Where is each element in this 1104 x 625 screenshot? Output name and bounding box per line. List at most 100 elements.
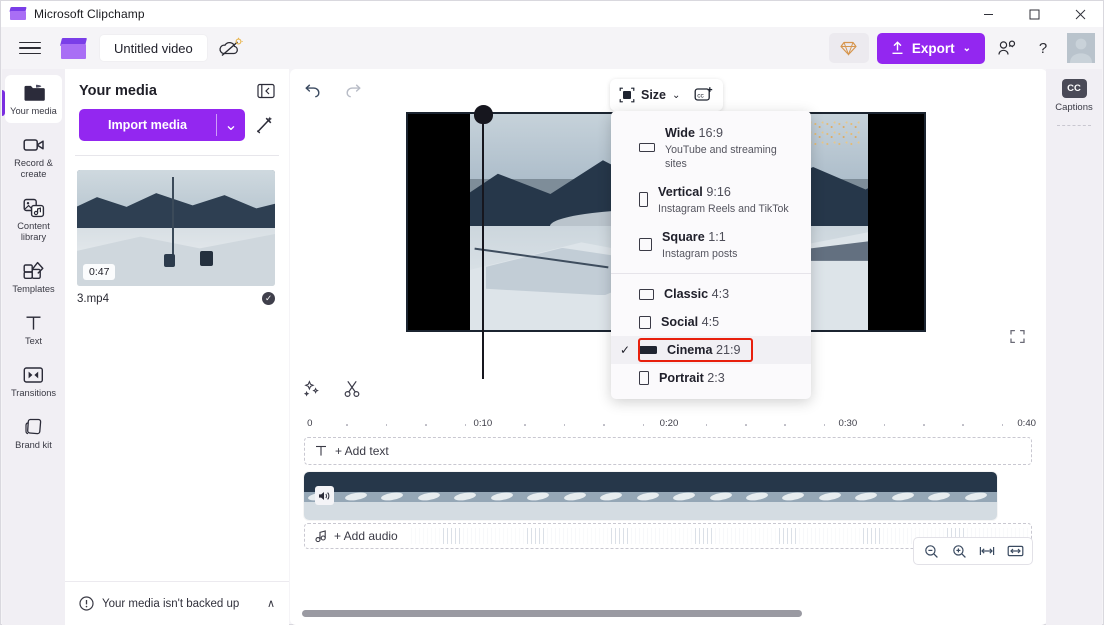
- checkmark-circle-icon: ✓: [262, 292, 275, 305]
- media-list: 0:47 3.mp4 ✓: [65, 156, 289, 319]
- sidebar-item-brand-kit[interactable]: Brand kit: [5, 409, 62, 457]
- timeline-ruler[interactable]: 0 0:10 0:20 0:30 0:40: [304, 411, 1036, 433]
- export-button-label: Export: [911, 40, 955, 56]
- video-clip[interactable]: [304, 472, 997, 520]
- media-backup-status[interactable]: Your media isn't backed up ∧: [65, 581, 289, 625]
- import-media-label: Import media: [107, 118, 188, 132]
- help-icon[interactable]: ?: [1029, 34, 1057, 62]
- size-dropdown-menu: Wide 16:9 YouTube and streaming sites Ve…: [611, 111, 811, 399]
- window-controls: [965, 1, 1103, 27]
- size-button[interactable]: Size ⌄: [619, 87, 680, 103]
- divider: [1057, 125, 1091, 126]
- people-share-icon[interactable]: [993, 34, 1021, 62]
- brand-kit-icon: [23, 416, 45, 437]
- speaker-icon[interactable]: [315, 486, 334, 505]
- right-rail: CC Captions: [1046, 69, 1102, 625]
- warning-circle-icon: [79, 596, 94, 611]
- media-item[interactable]: 0:47 3.mp4 ✓: [77, 170, 275, 305]
- timeline: 0 0:10 0:20 0:30 0:40 + Add text + Add a…: [290, 371, 1047, 625]
- text-t-icon: [314, 444, 328, 458]
- help-label: ?: [1038, 39, 1048, 57]
- magic-wand-icon[interactable]: [253, 114, 275, 136]
- size-option-wide[interactable]: Wide 16:9 YouTube and streaming sites: [611, 118, 811, 177]
- svg-text:cc: cc: [698, 92, 705, 99]
- sidebar-item-label: Brand kit: [15, 440, 52, 450]
- content-library-icon: [23, 197, 45, 218]
- size-option-social[interactable]: Social 4:5: [611, 308, 811, 336]
- maximize-button[interactable]: [1011, 1, 1057, 27]
- sidebar-item-label: Record & create: [14, 158, 53, 179]
- hamburger-menu-icon[interactable]: [19, 37, 41, 59]
- backup-status-text: Your media isn't backed up: [102, 597, 240, 610]
- captions-button[interactable]: CC Captions: [1046, 79, 1102, 113]
- rect-1-1-icon: [639, 238, 652, 251]
- timeline-horizontal-scrollbar[interactable]: [302, 610, 1035, 618]
- ruler-label: 0:10: [473, 418, 493, 429]
- scissors-icon[interactable]: [342, 379, 362, 399]
- checkmark-icon: ✓: [620, 343, 631, 357]
- size-option-sub: YouTube and streaming sites: [665, 144, 777, 170]
- size-option-sub: Instagram posts: [662, 248, 738, 260]
- sidebar-item-transitions[interactable]: Transitions: [5, 357, 62, 405]
- export-button[interactable]: Export ⌄: [876, 32, 985, 64]
- fullscreen-icon[interactable]: [1010, 329, 1025, 344]
- window-titlebar: Microsoft Clipchamp: [1, 1, 1103, 27]
- size-option-cinema[interactable]: ✓ Cinema 21:9: [611, 336, 811, 364]
- size-option-title: Vertical 9:16: [658, 185, 731, 199]
- video-camera-icon: [22, 134, 45, 155]
- fit-width-icon[interactable]: [975, 540, 999, 562]
- scrollbar-thumb[interactable]: [302, 610, 802, 617]
- rect-9-16-icon: [639, 192, 648, 207]
- transitions-icon: [23, 364, 45, 385]
- size-option-title: Social 4:5: [661, 315, 720, 329]
- rect-2-3-icon: [639, 371, 649, 385]
- chevron-up-icon[interactable]: ∧: [267, 597, 275, 610]
- magic-sparkle-icon[interactable]: [302, 379, 322, 399]
- clipchamp-logo-icon: [60, 37, 87, 59]
- left-nav-rail: Your media Record & create Content libra…: [2, 69, 65, 625]
- sidebar-item-label: Content library: [17, 221, 50, 242]
- size-option-title: Portrait 2:3: [659, 371, 725, 385]
- close-button[interactable]: [1057, 1, 1103, 27]
- size-option-square[interactable]: Square 1:1 Instagram posts: [611, 222, 811, 267]
- text-t-icon: [23, 312, 45, 333]
- zoom-in-icon[interactable]: [947, 540, 971, 562]
- sidebar-item-templates[interactable]: Templates: [5, 253, 62, 301]
- size-option-sub: Instagram Reels and TikTok: [658, 203, 789, 215]
- chevron-down-icon: ⌄: [672, 89, 681, 101]
- undo-arrow-icon[interactable]: [304, 81, 322, 99]
- minimize-button[interactable]: [965, 1, 1011, 27]
- sidebar-item-record-create[interactable]: Record & create: [5, 127, 62, 186]
- project-title-text: Untitled video: [114, 40, 193, 56]
- clipchamp-window: Microsoft Clipchamp Untitled video Expor…: [0, 0, 1104, 625]
- sidebar-item-label: Text: [24, 336, 43, 346]
- size-option-vertical[interactable]: Vertical 9:16 Instagram Reels and TikTok: [611, 177, 811, 222]
- media-meta: 3.mp4 ✓: [77, 292, 275, 305]
- media-thumbnail: 0:47: [77, 170, 275, 286]
- toolbar-right-group: Export ⌄ ?: [828, 32, 1103, 64]
- size-option-classic[interactable]: Classic 4:3: [611, 280, 811, 308]
- crop-size-icon: [619, 87, 635, 103]
- import-media-button[interactable]: Import media ⌄: [79, 109, 245, 141]
- chevron-down-icon: ⌄: [962, 42, 971, 54]
- cloud-off-icon[interactable]: [219, 37, 243, 59]
- preview-stage: Size ⌄ cc Wide 16:9 YouTube and streamin…: [290, 69, 1047, 399]
- fit-screen-icon[interactable]: [1003, 540, 1027, 562]
- sidebar-item-your-media[interactable]: Your media: [5, 75, 62, 123]
- sidebar-item-content-library[interactable]: Content library: [5, 190, 62, 249]
- sidebar-item-text[interactable]: Text: [5, 305, 62, 353]
- zoom-out-icon[interactable]: [919, 540, 943, 562]
- redo-arrow-icon[interactable]: [344, 81, 362, 99]
- folder-icon: [23, 82, 45, 103]
- sidebar-item-label: Templates: [12, 284, 55, 294]
- add-text-track[interactable]: + Add text: [304, 437, 1032, 465]
- chevron-down-icon[interactable]: ⌄: [217, 109, 245, 141]
- size-option-portrait[interactable]: Portrait 2:3: [611, 364, 811, 392]
- templates-grid-icon: [23, 260, 45, 281]
- size-option-title: Square 1:1: [662, 230, 726, 244]
- cc-add-icon[interactable]: cc: [694, 86, 714, 104]
- collapse-panel-icon[interactable]: [257, 83, 275, 99]
- premium-diamond-icon[interactable]: [828, 33, 869, 63]
- project-title-input[interactable]: Untitled video: [100, 35, 207, 61]
- avatar[interactable]: [1067, 33, 1095, 63]
